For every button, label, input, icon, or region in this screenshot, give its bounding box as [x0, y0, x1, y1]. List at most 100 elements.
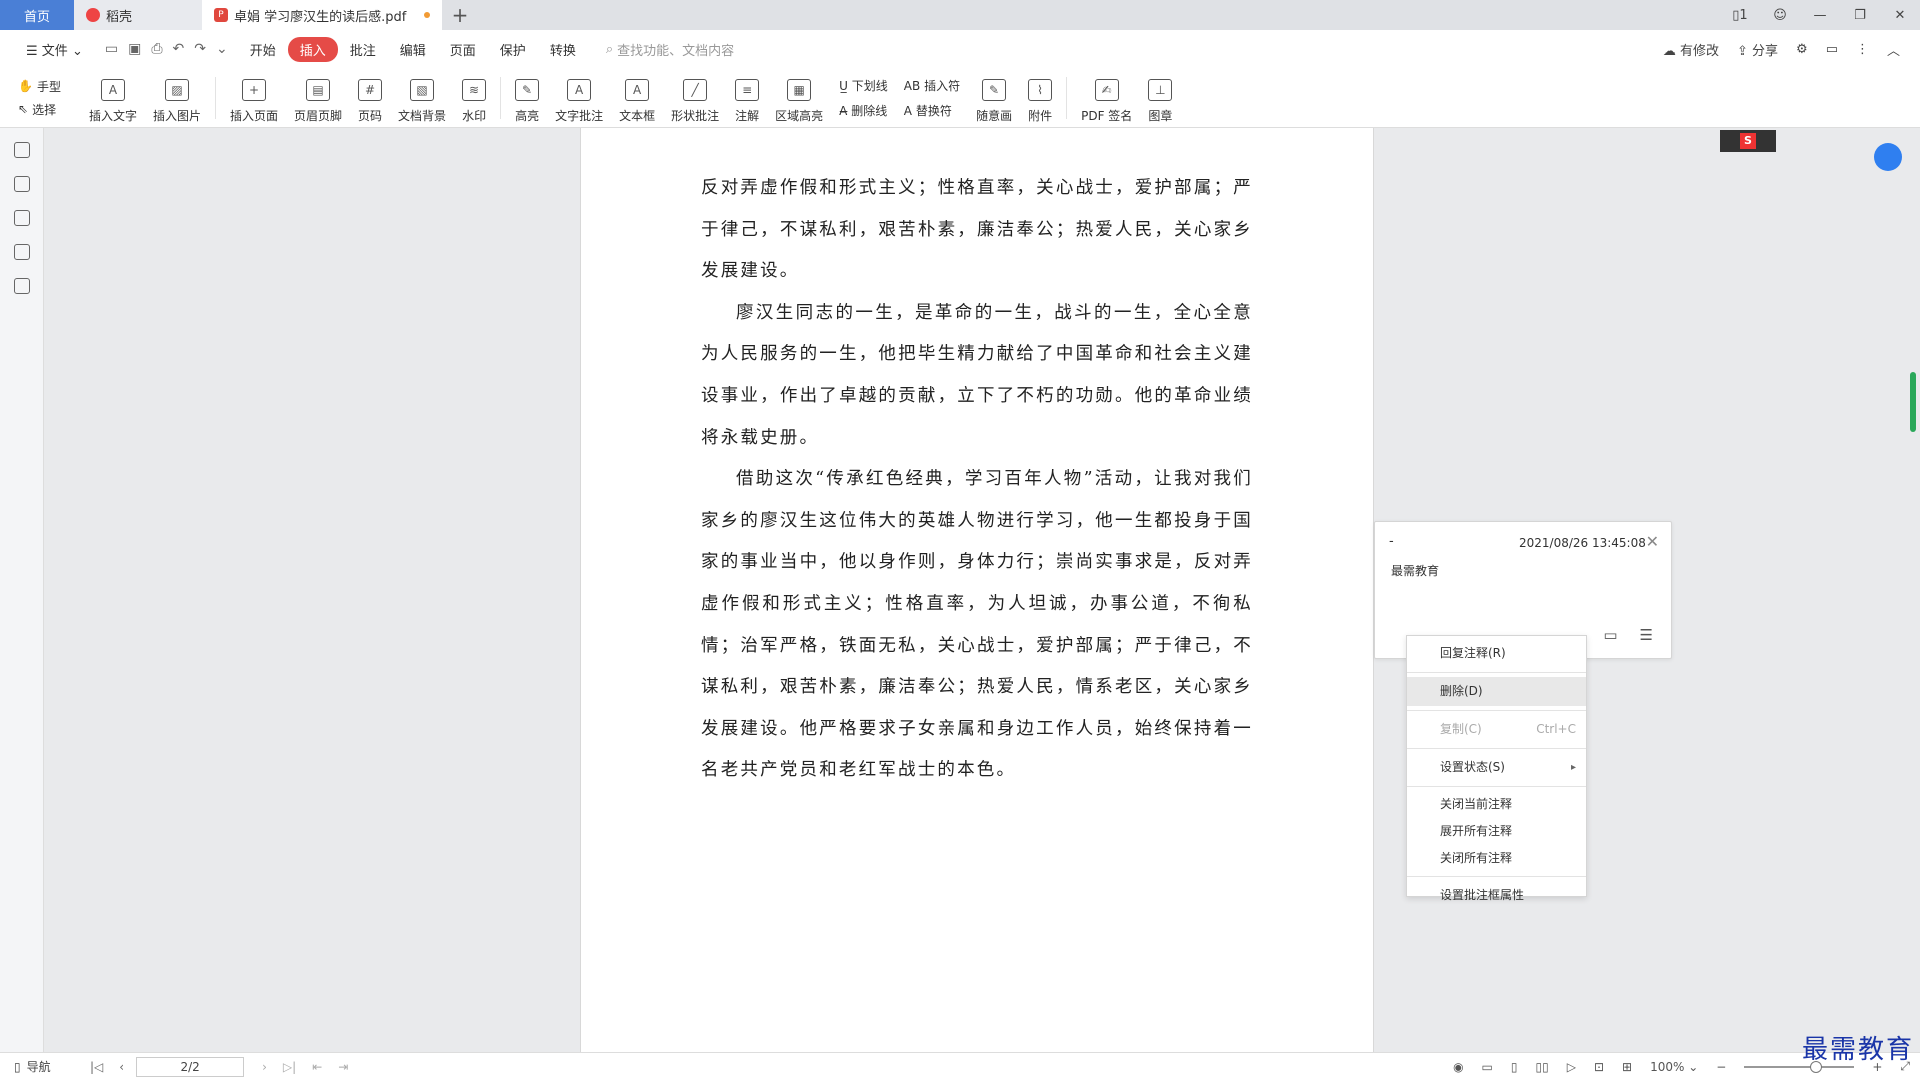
close-button[interactable]: ✕ — [1880, 8, 1920, 23]
thumbnail-icon[interactable] — [13, 176, 30, 192]
area-highlight-button[interactable]: ▦ 区域高亮 — [767, 72, 831, 124]
save-icon[interactable]: ▣ — [128, 41, 141, 57]
menu-annotate[interactable]: 批注 — [338, 40, 388, 59]
modified-button[interactable]: ☁ 有修改 — [1663, 40, 1719, 59]
file-menu[interactable]: ☰ 文件 ⌄ — [14, 40, 95, 59]
insert-char-button[interactable]: AB 插入符 — [904, 77, 960, 94]
menu-item-set-status[interactable]: 设置状态(S) ▸ — [1407, 753, 1586, 782]
back-icon[interactable]: ⇤ — [312, 1060, 322, 1074]
add-page-icon: + — [242, 78, 266, 101]
insert-page-button[interactable]: + 插入页面 — [222, 72, 286, 124]
ime-toolbar[interactable]: S — [1720, 130, 1776, 152]
comment-icon[interactable]: ▭ — [1826, 42, 1838, 57]
divider — [215, 76, 216, 119]
two-page-icon[interactable]: ▯▯ — [1536, 1060, 1549, 1074]
underline-button[interactable]: U̲ 下划线 — [839, 77, 888, 94]
tab-daoke[interactable]: 稻壳 — [74, 0, 202, 30]
reply-icon[interactable]: ▭ — [1603, 626, 1617, 644]
bookmark-icon[interactable] — [13, 142, 30, 158]
first-page-icon[interactable]: |◁ — [90, 1060, 103, 1074]
restore-button[interactable]: ❐ — [1840, 8, 1880, 23]
menu-insert[interactable]: 插入 — [287, 36, 338, 62]
vertical-scrollbar[interactable] — [1910, 372, 1916, 432]
nav-toggle[interactable]: ▯ 导航 — [0, 1058, 80, 1075]
page-count-icon[interactable]: ▯1 — [1720, 8, 1760, 23]
print-icon[interactable]: ⎙ — [151, 41, 162, 57]
more-options-icon[interactable]: ⋮ — [1856, 42, 1869, 57]
menu-item-delete[interactable]: 删除(D) — [1407, 677, 1586, 706]
menu-item-close-all[interactable]: 关闭所有注释 — [1407, 845, 1586, 872]
strikethrough-button[interactable]: A̶ 删除线 — [839, 102, 888, 119]
assistant-float-button[interactable] — [1874, 143, 1902, 171]
list-icon[interactable]: ☰ — [1640, 626, 1653, 644]
redo-icon[interactable]: ↷ — [194, 41, 206, 57]
insert-image-label: 插入图片 — [152, 108, 201, 123]
settings-icon[interactable]: ⚙ — [1796, 42, 1808, 57]
zoom-label: 100% — [1650, 1059, 1685, 1074]
tab-home[interactable]: 首页 — [0, 0, 74, 30]
textbox-button[interactable]: A 文本框 — [611, 72, 663, 124]
stamp-button[interactable]: ⊥ 图章 — [1140, 72, 1180, 124]
close-all-label: 关闭所有注释 — [1440, 851, 1513, 865]
new-tab-button[interactable]: + — [442, 0, 478, 30]
text-icon: A — [100, 78, 125, 101]
menu-convert[interactable]: 转换 — [538, 40, 588, 59]
note-button[interactable]: ≡ 注解 — [727, 72, 767, 124]
menu-item-expand-all[interactable]: 展开所有注释 — [1407, 818, 1586, 845]
play-icon[interactable]: ▷ — [1567, 1060, 1576, 1074]
search-field[interactable]: ⌕ 查找功能、文档内容 — [606, 40, 734, 59]
collapse-icon[interactable]: ︿ — [1887, 40, 1900, 59]
text-comment-button[interactable]: A 文字批注 — [547, 72, 611, 124]
zoom-out-icon[interactable]: − — [1716, 1060, 1726, 1074]
menu-protect[interactable]: 保护 — [488, 40, 538, 59]
comments-panel-icon[interactable] — [13, 210, 30, 226]
undo-icon[interactable]: ↶ — [173, 41, 185, 57]
continuous-icon[interactable]: ▯ — [1511, 1060, 1518, 1074]
text-comment-icon: A — [567, 78, 592, 101]
select-tool[interactable]: ⇖ 选择 — [18, 101, 61, 118]
fit-width-icon[interactable]: ⊡ — [1594, 1060, 1604, 1074]
user-avatar[interactable]: ☺ — [1760, 8, 1800, 23]
menu-page[interactable]: 页面 — [438, 40, 488, 59]
next-page-icon[interactable]: › — [262, 1060, 267, 1074]
menu-item-close-current[interactable]: 关闭当前注释 — [1407, 791, 1586, 818]
attachment-panel-icon[interactable] — [13, 244, 30, 260]
menu-bar: ☰ 文件 ⌄ ▭ ▣ ⎙ ↶ ↷ ⌄ 开始 插入 批注 编辑 页面 保护 转换 … — [0, 30, 1920, 68]
close-icon[interactable]: ✕ — [1646, 532, 1659, 551]
forward-icon[interactable]: ⇥ — [338, 1060, 348, 1074]
header-footer-button[interactable]: ▤ 页眉页脚 — [286, 72, 350, 124]
highlight-button[interactable]: ✎ 高亮 — [507, 72, 547, 124]
last-page-icon[interactable]: ▷| — [283, 1060, 296, 1074]
tab-daoke-label: 稻壳 — [106, 9, 133, 25]
freehand-button[interactable]: ✎ 随意画 — [968, 72, 1020, 124]
minimize-button[interactable]: — — [1800, 8, 1840, 23]
pdf-sign-button[interactable]: ✍ PDF 签名 — [1073, 72, 1140, 124]
menu-item-properties[interactable]: 设置批注框属性 — [1407, 881, 1586, 910]
page-input[interactable]: 2/2 — [136, 1056, 245, 1077]
watermark-label: 水印 — [462, 108, 487, 123]
insert-text-button[interactable]: A 插入文字 — [81, 72, 145, 124]
menu-start[interactable]: 开始 — [238, 40, 288, 59]
insert-image-button[interactable]: ▨ 插入图片 — [145, 72, 209, 124]
doc-background-button[interactable]: ▧ 文档背景 — [390, 72, 454, 124]
single-page-icon[interactable]: ▭ — [1482, 1060, 1493, 1074]
comment-dash: - — [1389, 534, 1394, 549]
shape-comment-button[interactable]: ╱ 形状批注 — [663, 72, 727, 124]
eye-icon[interactable]: ◉ — [1453, 1060, 1463, 1074]
menu-item-reply[interactable]: 回复注释(R) — [1407, 639, 1586, 668]
zoom-select[interactable]: 100% ⌄ — [1650, 1060, 1698, 1074]
open-icon[interactable]: ▭ — [105, 41, 118, 57]
tab-document[interactable]: P 卓娟 学习廖汉生的读后感.pdf — [202, 0, 442, 30]
signature-panel-icon[interactable] — [13, 278, 30, 294]
menu-edit[interactable]: 编辑 — [388, 40, 438, 59]
menu-item-copy[interactable]: 复制(C) Ctrl+C — [1407, 715, 1586, 744]
more-icon[interactable]: ⌄ — [216, 41, 228, 57]
fit-page-icon[interactable]: ⊞ — [1622, 1060, 1632, 1074]
replace-char-button[interactable]: A 替换符 — [904, 102, 960, 119]
share-button[interactable]: ⇪ 分享 — [1737, 40, 1778, 59]
prev-page-icon[interactable]: ‹ — [119, 1060, 124, 1074]
page-number-button[interactable]: # 页码 — [350, 72, 390, 124]
watermark-button[interactable]: ≋ 水印 — [454, 72, 494, 124]
hand-tool[interactable]: ✋ 手型 — [18, 78, 61, 95]
attachment-button[interactable]: ⌇ 附件 — [1020, 72, 1060, 124]
